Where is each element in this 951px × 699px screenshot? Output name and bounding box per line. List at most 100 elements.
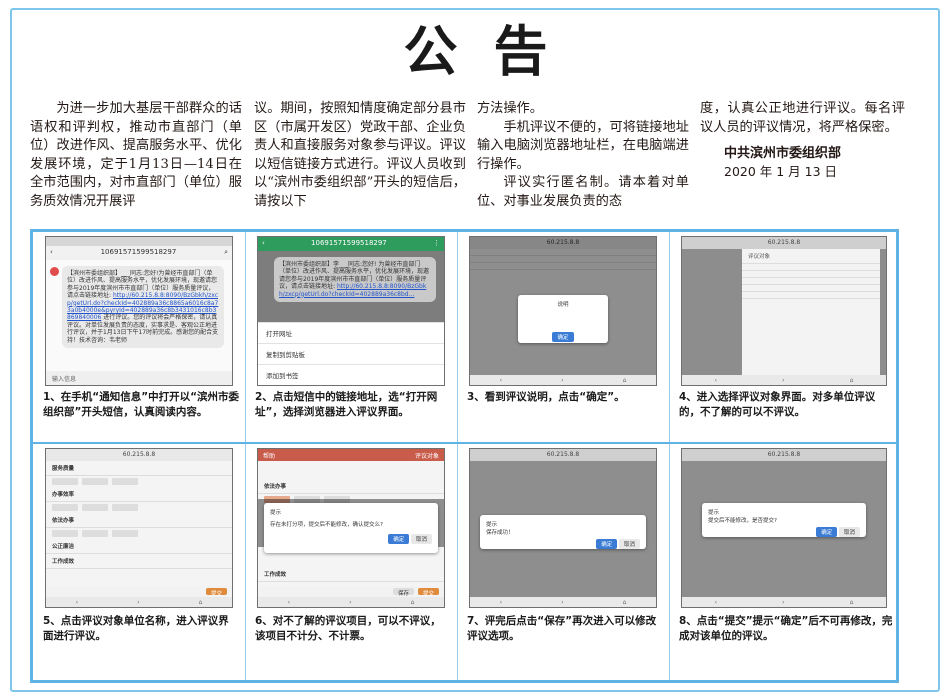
forward-icon[interactable]: › xyxy=(561,599,563,606)
avatar xyxy=(50,267,59,276)
text-column-2: 议。期间，按照知情度确定部分县市区（市属开发区）党政干部、企业负责人和直接服务对… xyxy=(254,100,466,211)
forward-icon[interactable]: › xyxy=(349,599,351,606)
back-icon[interactable]: ‹ xyxy=(500,599,502,606)
url-bar[interactable]: 60.215.8.8 xyxy=(470,449,656,461)
forward-icon[interactable]: › xyxy=(137,599,139,606)
back-icon[interactable]: ‹ xyxy=(76,599,78,606)
submit-button[interactable]: 提交 xyxy=(205,588,227,597)
step-3: 60.215.8.8 说明 确定 ‹ › ⌂ 3、看到评议说明，点击“确定”。 xyxy=(457,232,669,442)
save-button[interactable]: 保存 xyxy=(392,588,414,597)
menu-icon[interactable]: ⋮ xyxy=(433,239,440,249)
menu-item-bookmark[interactable]: 添加到书签 xyxy=(258,364,444,385)
browser-nav: ‹ › ⌂ xyxy=(470,375,656,385)
step-5: 60.215.8.8 服务质量 办事效率 依法办事 公正廉洁 工作成效 提交 ‹… xyxy=(33,444,245,684)
forward-icon[interactable]: › xyxy=(782,377,784,384)
step-4: 60.215.8.8 评议对象 ‹ › ⌂ 4、进入选择评议对象界面。对多单位评… xyxy=(669,232,899,442)
forward-icon[interactable]: › xyxy=(561,377,563,384)
help-link[interactable]: 帮助 xyxy=(263,451,275,460)
sms-header: ‹ 10691571599518297 ⋮ xyxy=(258,237,444,251)
confirm-dialog: 提示 保存成功！ 确定 取消 xyxy=(480,515,646,549)
paragraph: 度，认真公正地进行评议。每名评议人员的评议情况，将严格保密。 xyxy=(700,101,905,135)
back-icon[interactable]: ‹ xyxy=(715,599,717,606)
cancel-button[interactable]: 取消 xyxy=(838,527,860,537)
back-icon[interactable]: ‹ xyxy=(288,599,290,606)
list-row[interactable] xyxy=(742,292,880,299)
back-icon[interactable]: ‹ xyxy=(500,377,502,384)
back-icon[interactable]: ‹ xyxy=(262,239,265,249)
browser-nav: ‹ › ⌂ xyxy=(470,597,656,607)
step-caption: 1、在手机“通知信息”中打开以“滨州市委组织部”开头短信，认真阅读内容。 xyxy=(43,391,240,418)
page-title: 公告 xyxy=(403,20,584,83)
step-6: 帮助 评议对象 依法办事 提示 存在未打分项，提交后不能修改，确认提交么? 确定… xyxy=(245,444,457,684)
home-icon[interactable]: ⌂ xyxy=(411,599,415,606)
target-list: 评议对象 xyxy=(742,249,880,375)
list-row[interactable] xyxy=(742,285,880,292)
section-title: 工作成效 xyxy=(258,567,444,582)
paragraph: 议。期间，按照知情度确定部分县市区（市属开发区）党政干部、企业负责人和直接服务对… xyxy=(254,101,466,209)
dialog-text: 提交后不能修改，是否提交? xyxy=(708,518,777,524)
sms-bubble: 【滨州市委组织部】李___同志:您好! 为曾经市直部门（单位）改进作风、提高服务… xyxy=(274,257,436,303)
step-caption: 2、点击短信中的链接地址，选“打开网址”，选择浏览器进入评议界面。 xyxy=(255,391,438,418)
url-bar[interactable]: 60.215.8.8 xyxy=(682,449,886,461)
cancel-button[interactable]: 取消 xyxy=(618,539,640,549)
step-screenshot: ‹ 10691571599518297 ⋮ 【滨州市委组织部】李___同志:您好… xyxy=(257,236,445,386)
menu-item-copy[interactable]: 复制到剪贴板 xyxy=(258,343,444,364)
step-7: 60.215.8.8 提示 保存成功！ 确定 取消 ‹ › ⌂ 7、评完后点击“… xyxy=(457,444,669,684)
step-screenshot: 60.215.8.8 提示 保存成功！ 确定 取消 ‹ › ⌂ xyxy=(469,448,657,608)
sms-bubble: 【滨州市委组织部】___同志:您好!为曾经市直部门（单位）改进作风、提高服务水平… xyxy=(62,266,224,349)
list-row[interactable] xyxy=(742,278,880,285)
back-icon[interactable]: ‹ xyxy=(715,377,717,384)
text-column-3: 方法操作。 手机评议不便的，可将链接地址输入电脑浏览器地址栏，在电脑端进行操作。… xyxy=(477,100,689,211)
action-bar: 保存 提交 xyxy=(258,586,444,597)
step-screenshot: 60.215.8.8 说明 确定 ‹ › ⌂ xyxy=(469,236,657,386)
home-icon[interactable]: ⌂ xyxy=(850,377,854,384)
paragraph: 为进一步加大基层干部群众的话语权和评判权，推动市直部门（单位）改进作风、提高服务… xyxy=(30,101,242,209)
context-menu: 打开网址 复制到剪贴板 添加到书签 xyxy=(258,322,444,385)
section-title: 服务质量 xyxy=(46,461,232,476)
submit-button[interactable]: 提交 xyxy=(417,588,439,597)
confirm-button[interactable]: 确定 xyxy=(552,332,574,342)
dialog-text: 存在未打分项，提交后不能修改，确认提交么? xyxy=(270,522,383,528)
menu-item-open-url[interactable]: 打开网址 xyxy=(258,322,444,343)
confirm-dialog: 提示 提交后不能修改，是否提交? 确定 取消 xyxy=(702,503,866,537)
home-icon[interactable]: ⌂ xyxy=(199,599,203,606)
confirm-button[interactable]: 确定 xyxy=(596,539,618,549)
list-header: 评议对象 xyxy=(742,249,880,264)
step-2: ‹ 10691571599518297 ⋮ 【滨州市委组织部】李___同志:您好… xyxy=(245,232,457,442)
section-title: 工作成效 xyxy=(46,554,232,569)
search-icon[interactable]: ⌕ xyxy=(224,248,228,258)
phone-number: 10691571599518297 xyxy=(100,248,177,256)
list-row[interactable] xyxy=(742,271,880,278)
sms-header: ‹ 10691571599518297 ⌕ xyxy=(46,246,232,260)
step-screenshot: 60.215.8.8 评议对象 ‹ › ⌂ xyxy=(681,236,887,386)
issue-date: 2020 年 1 月 13 日 xyxy=(724,164,838,179)
forward-icon[interactable]: › xyxy=(782,599,784,606)
home-icon[interactable]: ⌂ xyxy=(623,599,627,606)
browser-nav: ‹ › ⌂ xyxy=(258,597,444,607)
paragraph: 手机评议不便的，可将链接地址输入电脑浏览器地址栏，在电脑端进行操作。 xyxy=(477,119,689,172)
home-icon[interactable]: ⌂ xyxy=(850,599,854,606)
confirm-dialog: 提示 存在未打分项，提交后不能修改，确认提交么? 确定 取消 xyxy=(264,503,438,553)
dialog-title: 提示 xyxy=(708,510,720,516)
target-link[interactable]: 评议对象 xyxy=(415,451,439,460)
paragraph: 评议实行匿名制。请本着对单位、对事业发展负责的态 xyxy=(477,175,689,209)
home-icon[interactable]: ⌂ xyxy=(623,377,627,384)
section-title: 依法办事 xyxy=(258,479,444,494)
confirm-button[interactable]: 确定 xyxy=(388,534,410,544)
issuer-org: 中共滨州市委组织部 xyxy=(724,146,842,161)
step-caption: 4、进入选择评议对象界面。对多单位评议的，不了解的可以不评议。 xyxy=(679,391,876,418)
dialog-title: 提示 xyxy=(486,522,498,528)
step-caption: 6、对不了解的评议项目，可以不评议，该项目不计分、不计票。 xyxy=(255,615,441,642)
section-title: 公正廉洁 xyxy=(46,539,232,554)
section-title: 依法办事 xyxy=(46,513,232,528)
list-row[interactable] xyxy=(742,264,880,271)
url-bar[interactable]: 60.215.8.8 xyxy=(46,449,232,461)
cancel-button[interactable]: 取消 xyxy=(410,534,432,544)
url-bar[interactable]: 60.215.8.8 xyxy=(682,237,886,249)
back-icon[interactable]: ‹ xyxy=(50,248,53,258)
step-8: 60.215.8.8 提示 提交后不能修改，是否提交? 确定 取消 ‹ › ⌂ … xyxy=(669,444,899,684)
browser-nav: ‹ › ⌂ xyxy=(682,597,886,607)
confirm-button[interactable]: 确定 xyxy=(816,527,838,537)
message-input[interactable]: 输入信息 xyxy=(46,371,232,385)
dialog-title: 提示 xyxy=(270,510,282,516)
